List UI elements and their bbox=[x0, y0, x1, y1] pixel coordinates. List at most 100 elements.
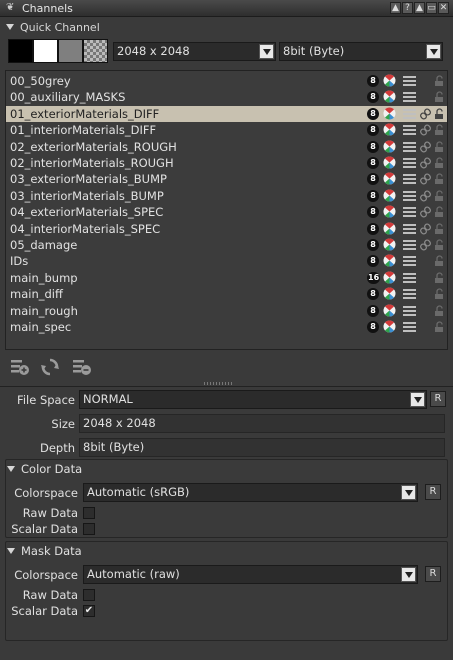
mask-colorspace-reset-button[interactable]: R bbox=[425, 566, 441, 582]
panel-splitter-handle[interactable] bbox=[204, 382, 232, 385]
channel-row[interactable]: 04_interiorMaterials_SPEC 8 bbox=[6, 221, 447, 237]
color-channels-icon[interactable] bbox=[383, 205, 396, 218]
channel-row[interactable]: 00_50grey 8 bbox=[6, 73, 447, 89]
properties-icon[interactable] bbox=[403, 207, 416, 218]
channel-row[interactable]: main_bump 16 bbox=[6, 270, 447, 286]
properties-icon[interactable] bbox=[403, 125, 416, 136]
collapse-button[interactable]: ▲ bbox=[390, 2, 401, 14]
channel-list[interactable]: 00_50grey 8 00_auxiliary_MASKS 8 01_exterior… bbox=[5, 70, 448, 350]
link-icon[interactable] bbox=[420, 124, 431, 136]
lock-icon[interactable] bbox=[434, 272, 445, 284]
lock-icon[interactable] bbox=[434, 288, 445, 300]
channel-row[interactable]: 03_interiorMaterials_BUMP 8 bbox=[6, 188, 447, 204]
grey-swatch-button[interactable] bbox=[58, 39, 83, 63]
lock-icon[interactable] bbox=[434, 321, 445, 333]
color-scalar-data-checkbox[interactable] bbox=[83, 523, 95, 535]
link-icon[interactable] bbox=[420, 141, 431, 153]
channel-row[interactable]: IDs 8 bbox=[6, 253, 447, 269]
properties-icon[interactable] bbox=[403, 76, 416, 86]
black-swatch-button[interactable] bbox=[8, 39, 33, 63]
properties-icon[interactable] bbox=[403, 174, 416, 185]
mask-scalar-data-checkbox[interactable]: ✔ bbox=[83, 605, 95, 617]
channel-row[interactable]: main_rough 8 bbox=[6, 303, 447, 319]
link-icon[interactable] bbox=[420, 305, 431, 317]
maximize-button[interactable]: ▭ bbox=[426, 2, 437, 14]
channel-row[interactable]: 01_interiorMaterials_DIFF 8 bbox=[6, 122, 447, 138]
properties-icon[interactable] bbox=[403, 289, 416, 300]
color-channels-icon[interactable] bbox=[383, 172, 396, 185]
color-channels-icon[interactable] bbox=[383, 156, 396, 169]
remove-channel-icon[interactable] bbox=[72, 358, 92, 376]
close-button[interactable]: ✕ bbox=[438, 2, 449, 14]
channel-row[interactable]: 03_exteriorMaterials_BUMP 8 bbox=[6, 171, 447, 187]
color-channels-icon[interactable] bbox=[383, 90, 396, 103]
float-button[interactable]: ▲ bbox=[414, 2, 425, 14]
link-icon[interactable] bbox=[420, 239, 431, 251]
link-icon[interactable] bbox=[420, 157, 431, 169]
refresh-icon[interactable] bbox=[40, 358, 60, 376]
properties-icon[interactable] bbox=[403, 223, 416, 234]
link-icon[interactable] bbox=[420, 223, 431, 235]
color-colorspace-dropdown[interactable]: Automatic (sRGB) bbox=[83, 483, 418, 502]
lock-icon[interactable] bbox=[434, 91, 445, 103]
color-channels-icon[interactable] bbox=[383, 304, 396, 317]
link-icon[interactable] bbox=[420, 75, 431, 87]
color-channels-icon[interactable] bbox=[383, 189, 396, 202]
color-channels-icon[interactable] bbox=[383, 74, 396, 87]
color-channels-icon[interactable] bbox=[383, 271, 396, 284]
color-channels-icon[interactable] bbox=[383, 287, 396, 300]
channel-row[interactable]: main_diff 8 bbox=[6, 286, 447, 302]
color-data-header[interactable]: Color Data bbox=[4, 462, 82, 476]
lock-icon[interactable] bbox=[434, 239, 445, 251]
properties-icon[interactable] bbox=[403, 141, 416, 152]
properties-icon[interactable] bbox=[403, 322, 416, 332]
link-icon[interactable] bbox=[420, 190, 431, 202]
color-channels-icon[interactable] bbox=[383, 222, 396, 235]
channel-row[interactable]: 04_exteriorMaterials_SPEC 8 bbox=[6, 204, 447, 220]
file-space-reset-button[interactable]: R bbox=[430, 391, 446, 407]
channel-row[interactable]: 02_exteriorMaterials_ROUGH 8 bbox=[6, 139, 447, 155]
channel-row[interactable]: 05_damage 8 bbox=[6, 237, 447, 253]
channel-row[interactable]: 01_exteriorMaterials_DIFF 8 bbox=[6, 105, 447, 122]
link-icon[interactable] bbox=[420, 272, 431, 284]
properties-icon[interactable] bbox=[403, 190, 416, 201]
color-channels-icon[interactable] bbox=[383, 140, 396, 153]
channel-row[interactable]: 02_interiorMaterials_ROUGH 8 bbox=[6, 155, 447, 171]
properties-icon[interactable] bbox=[403, 108, 416, 119]
link-icon[interactable] bbox=[420, 321, 431, 333]
quick-channel-header[interactable]: Quick Channel bbox=[0, 18, 453, 36]
quick-depth-dropdown[interactable]: 8bit (Byte) bbox=[279, 42, 443, 61]
color-channels-icon[interactable] bbox=[383, 320, 396, 333]
lock-icon[interactable] bbox=[434, 157, 445, 169]
properties-icon[interactable] bbox=[403, 305, 416, 316]
link-icon[interactable] bbox=[420, 91, 431, 103]
link-icon[interactable] bbox=[420, 173, 431, 185]
add-channel-icon[interactable] bbox=[10, 358, 30, 376]
properties-icon[interactable] bbox=[403, 272, 416, 283]
color-colorspace-reset-button[interactable]: R bbox=[425, 484, 441, 500]
lock-icon[interactable] bbox=[434, 140, 445, 153]
link-icon[interactable] bbox=[420, 108, 431, 120]
mask-colorspace-dropdown[interactable]: Automatic (raw) bbox=[83, 565, 418, 584]
color-channels-icon[interactable] bbox=[383, 123, 396, 136]
properties-icon[interactable] bbox=[403, 256, 416, 267]
channel-row[interactable]: 00_auxiliary_MASKS 8 bbox=[6, 89, 447, 105]
lock-icon[interactable] bbox=[434, 124, 445, 136]
properties-icon[interactable] bbox=[403, 158, 416, 168]
link-icon[interactable] bbox=[420, 206, 431, 218]
lock-icon[interactable] bbox=[434, 206, 445, 218]
color-raw-data-checkbox[interactable] bbox=[83, 507, 95, 519]
channel-row[interactable]: main_spec 8 bbox=[6, 319, 447, 335]
white-swatch-button[interactable] bbox=[33, 39, 58, 63]
link-icon[interactable] bbox=[420, 288, 431, 300]
transparent-swatch-button[interactable] bbox=[83, 39, 108, 63]
lock-icon[interactable] bbox=[434, 75, 445, 87]
lock-icon[interactable] bbox=[434, 304, 445, 317]
color-channels-icon[interactable] bbox=[383, 238, 396, 251]
color-channels-icon[interactable] bbox=[383, 254, 396, 267]
properties-icon[interactable] bbox=[403, 240, 416, 250]
lock-icon[interactable] bbox=[434, 222, 445, 235]
lock-icon[interactable] bbox=[434, 255, 445, 267]
link-icon[interactable] bbox=[420, 255, 431, 267]
quick-size-dropdown[interactable]: 2048 x 2048 bbox=[113, 42, 276, 61]
